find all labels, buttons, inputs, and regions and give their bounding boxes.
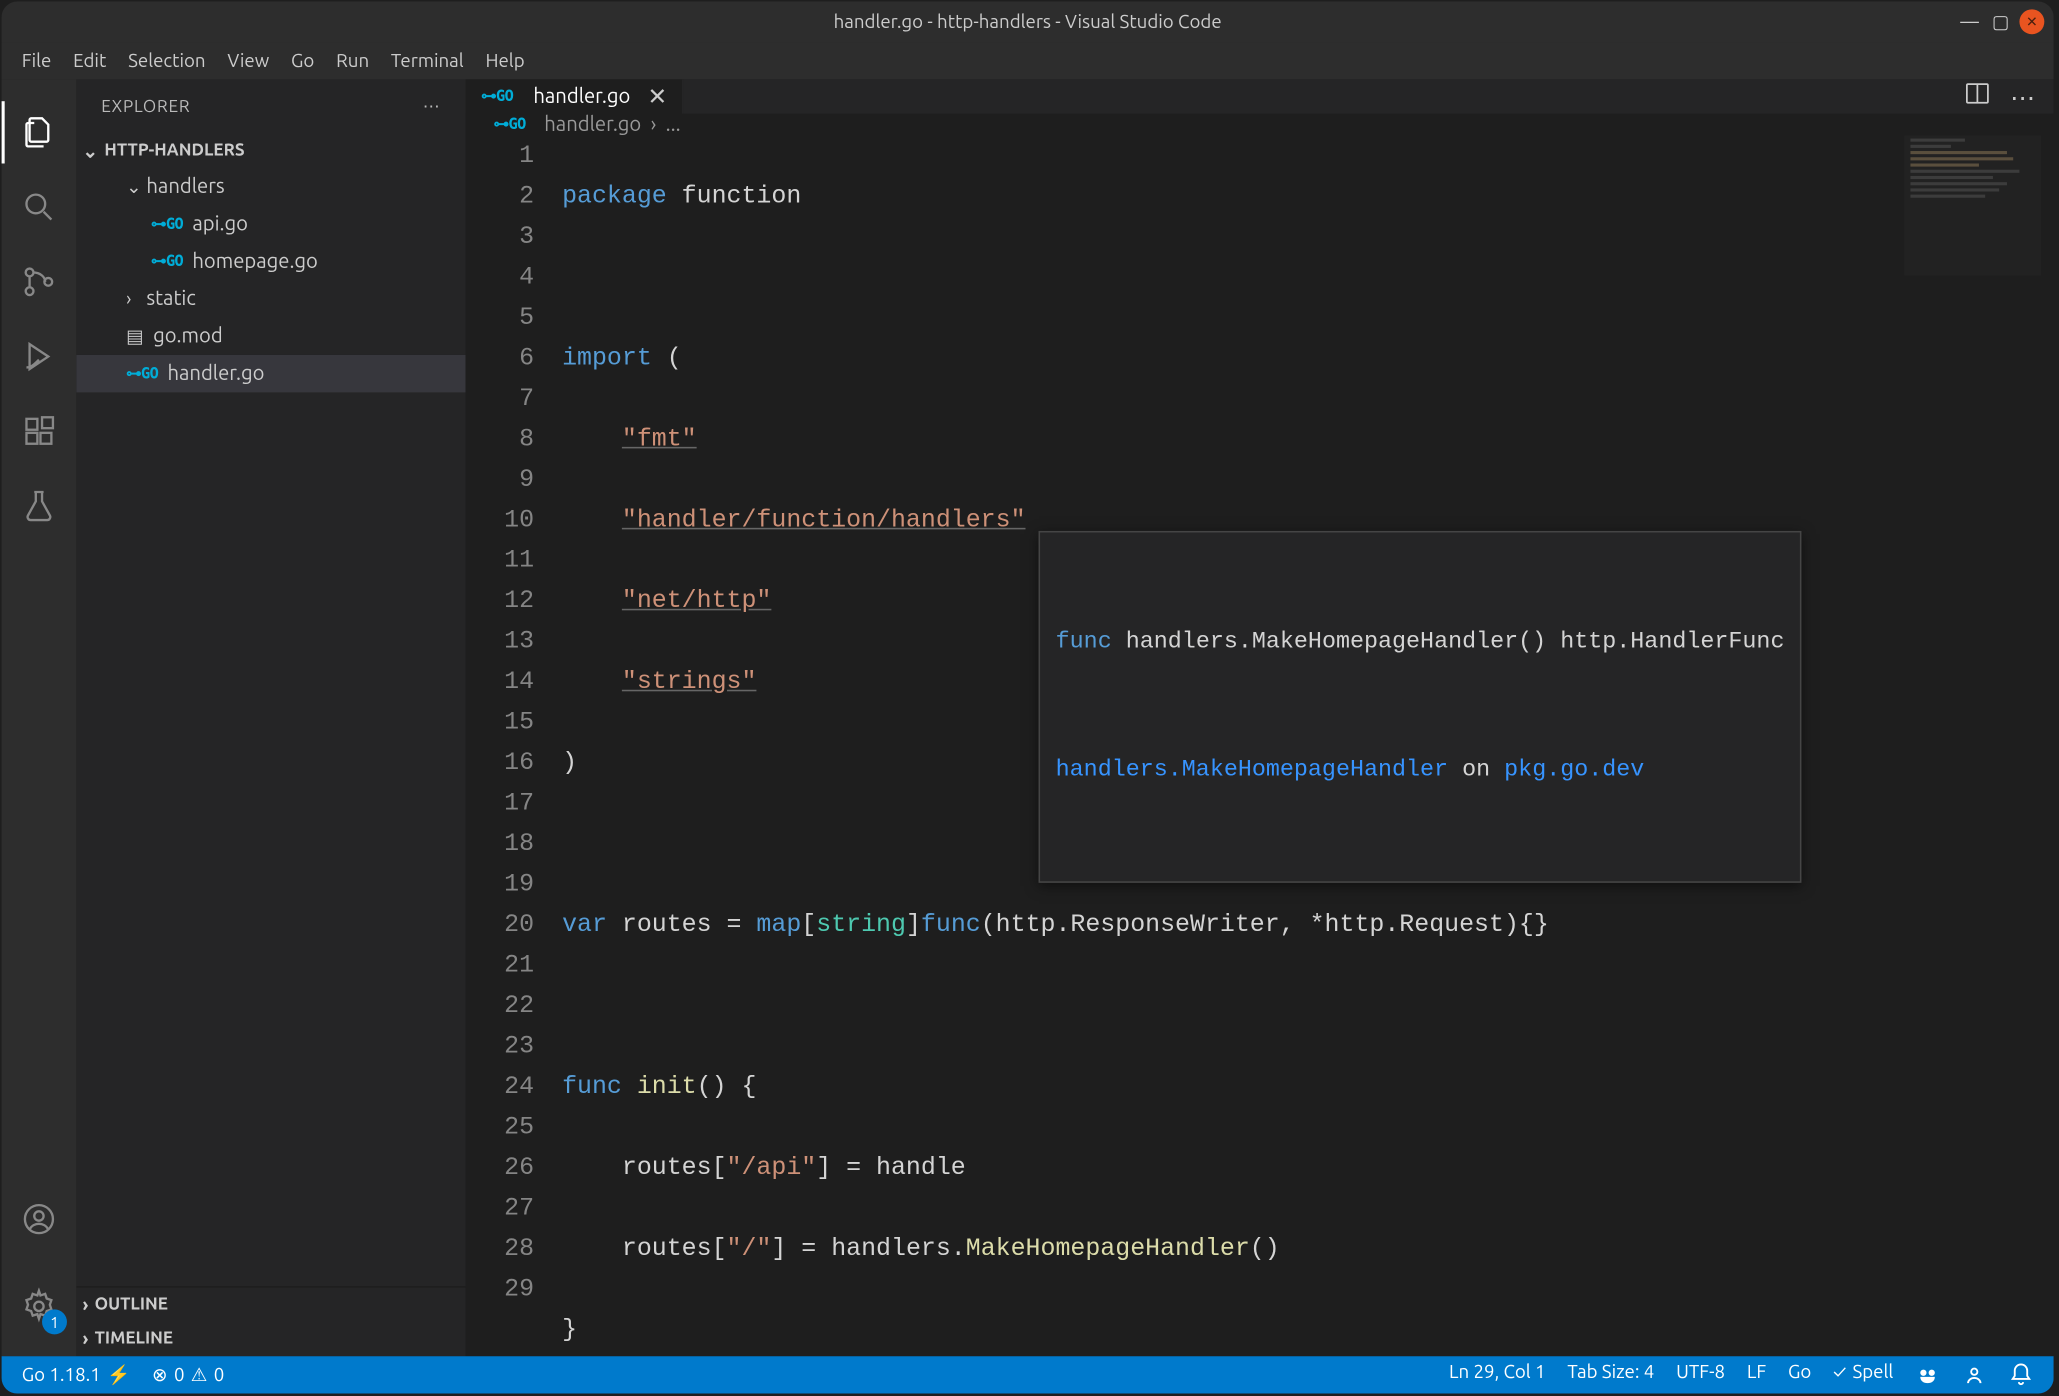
chevron-right-icon: › (83, 1295, 89, 1315)
file-handler-go[interactable]: ⊶GO handler.go (76, 355, 465, 392)
menu-bar: File Edit Selection View Go Run Terminal… (2, 42, 2054, 79)
explorer-icon[interactable] (2, 95, 77, 170)
file-tree: ⌄handlers ⊶GO api.go ⊶GO homepage.go ›stat… (76, 168, 465, 392)
go-file-icon: ⊶GO (126, 365, 158, 382)
minimize-button[interactable]: — (1957, 9, 1982, 34)
check-icon: ✓ (1833, 1362, 1846, 1382)
file-icon: ▤ (126, 325, 144, 347)
chevron-down-icon: ⌄ (83, 140, 99, 162)
go-file-icon: ⊶GO (494, 116, 526, 133)
chevron-right-icon: › (83, 1329, 89, 1349)
timeline-section[interactable]: › TIMELINE (76, 1322, 465, 1356)
menu-terminal[interactable]: Terminal (380, 47, 475, 73)
extensions-icon[interactable] (2, 394, 77, 469)
file-go-mod[interactable]: ▤ go.mod (76, 318, 465, 355)
error-icon: ⊗ (152, 1364, 168, 1386)
breadcrumb-file: handler.go (544, 114, 641, 136)
status-notifications-icon[interactable] (1998, 1362, 2045, 1387)
accounts-icon[interactable] (2, 1182, 77, 1257)
breadcrumb-sep: › (651, 114, 657, 136)
activity-bar: 1 (2, 79, 77, 1356)
status-language[interactable]: Go (1777, 1362, 1822, 1382)
breadcrumb-more: ... (666, 114, 681, 136)
file-label: handler.go (167, 363, 264, 385)
run-debug-icon[interactable] (2, 319, 77, 394)
outline-section[interactable]: › OUTLINE (76, 1288, 465, 1322)
code-editor[interactable]: 1234567891011121314151617181920212223242… (466, 135, 2054, 1356)
file-label: homepage.go (192, 251, 318, 273)
status-bar: Go 1.18.1⚡ ⊗0⚠0 Ln 29, Col 1 Tab Size: 4… (2, 1356, 2054, 1393)
status-copilot-icon[interactable] (1904, 1362, 1951, 1387)
status-problems[interactable]: ⊗0⚠0 (141, 1356, 235, 1393)
title-bar: handler.go - http-handlers - Visual Stud… (2, 2, 2054, 42)
menu-view[interactable]: View (216, 47, 280, 73)
status-encoding[interactable]: UTF-8 (1665, 1362, 1736, 1382)
section-label: OUTLINE (95, 1295, 168, 1314)
warning-icon: ⚠ (191, 1364, 208, 1386)
folder-static[interactable]: ›static (76, 280, 465, 317)
close-button[interactable]: ✕ (2019, 9, 2044, 34)
maximize-button[interactable]: ▢ (1988, 9, 2013, 34)
chevron-down-icon: ⌄ (126, 176, 142, 198)
line-gutter: 1234567891011121314151617181920212223242… (466, 135, 563, 1356)
file-homepage-go[interactable]: ⊶GO homepage.go (76, 243, 465, 280)
section-label: TIMELINE (95, 1330, 173, 1349)
folder-label: handlers (146, 176, 224, 198)
tab-bar: ⊶GO handler.go ✕ ⋯ (466, 79, 2054, 113)
explorer-title: EXPLORER (101, 97, 190, 116)
settings-icon[interactable]: 1 (2, 1269, 77, 1344)
project-header[interactable]: ⌄ HTTP-HANDLERS (76, 134, 465, 168)
editor-area: ⊶GO handler.go ✕ ⋯ ⊶GO handler.go › ... … (466, 79, 2054, 1356)
source-control-icon[interactable] (2, 244, 77, 319)
menu-help[interactable]: Help (475, 47, 536, 73)
sidebar: EXPLORER ⋯ ⌄ HTTP-HANDLERS ⌄handlers ⊶GO… (76, 79, 465, 1356)
file-api-go[interactable]: ⊶GO api.go (76, 206, 465, 243)
menu-run[interactable]: Run (325, 47, 380, 73)
status-spell[interactable]: ✓Spell (1822, 1362, 1904, 1382)
go-file-icon: ⊶GO (151, 216, 183, 233)
menu-file[interactable]: File (11, 47, 62, 73)
go-analysis-icon: ⚡ (107, 1364, 130, 1386)
breadcrumb[interactable]: ⊶GO handler.go › ... (466, 114, 2054, 136)
file-label: api.go (192, 213, 248, 235)
search-icon[interactable] (2, 170, 77, 245)
code-content[interactable]: package function import ( "fmt" "handler… (562, 135, 2054, 1356)
tab-label: handler.go (533, 86, 630, 108)
status-tabsize[interactable]: Tab Size: 4 (1556, 1362, 1665, 1382)
go-file-icon: ⊶GO (151, 253, 183, 270)
folder-label: static (146, 288, 195, 310)
menu-selection[interactable]: Selection (117, 47, 216, 73)
tab-handler-go[interactable]: ⊶GO handler.go ✕ (466, 79, 685, 113)
chevron-right-icon: › (126, 289, 142, 309)
status-eol[interactable]: LF (1736, 1362, 1777, 1382)
split-editor-icon[interactable] (1963, 79, 1991, 113)
hover-tooltip: func handlers.MakeHomepageHandler() http… (1039, 531, 1802, 883)
file-label: go.mod (153, 325, 223, 347)
menu-go[interactable]: Go (280, 47, 325, 73)
hover-link[interactable]: handlers.MakeHomepageHandler (1056, 757, 1448, 783)
project-name: HTTP-HANDLERS (104, 142, 244, 161)
tab-close-icon[interactable]: ✕ (647, 83, 667, 111)
folder-handlers[interactable]: ⌄handlers (76, 168, 465, 205)
window-title: handler.go - http-handlers - Visual Stud… (834, 12, 1222, 32)
more-actions-icon[interactable]: ⋯ (2010, 82, 2035, 112)
settings-badge: 1 (42, 1309, 67, 1334)
explorer-more-icon[interactable]: ⋯ (423, 97, 441, 117)
menu-edit[interactable]: Edit (62, 47, 117, 73)
status-go-version[interactable]: Go 1.18.1⚡ (11, 1356, 141, 1393)
go-file-icon: ⊶GO (481, 88, 513, 105)
status-feedback-icon[interactable] (1951, 1362, 1998, 1387)
testing-icon[interactable] (2, 469, 77, 544)
minimap[interactable] (1904, 135, 2041, 275)
status-cursor[interactable]: Ln 29, Col 1 (1438, 1362, 1556, 1382)
pkg-link[interactable]: pkg.go.dev (1504, 757, 1644, 783)
